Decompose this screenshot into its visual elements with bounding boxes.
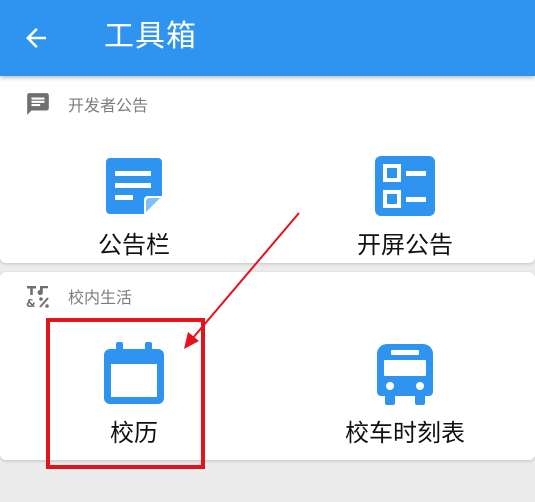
tool-shuttle-schedule[interactable]: 校车时刻表 [275, 342, 535, 448]
note-icon [106, 158, 162, 214]
tool-bulletin-board[interactable]: 公告栏 [4, 154, 264, 260]
tool-splash-announcement[interactable]: 开屏公告 [275, 154, 535, 260]
section-card-developer: 开发者公告 公告栏 开屏公告 [0, 76, 535, 263]
section-title: 校内生活 [68, 288, 133, 307]
symbols-icon: & [24, 282, 52, 310]
tool-school-calendar[interactable]: 校历 [4, 342, 264, 448]
back-button[interactable] [14, 16, 58, 60]
bus-icon [377, 344, 433, 405]
message-icon [24, 90, 52, 118]
section-header: & 校内生活 [24, 282, 132, 310]
section-title: 开发者公告 [68, 96, 149, 115]
svg-text:&: & [26, 297, 36, 309]
tool-label: 校历 [110, 419, 158, 447]
page-title: 工具箱 [104, 19, 197, 54]
calendar-icon [104, 342, 164, 404]
tool-label: 公告栏 [98, 231, 170, 259]
tool-label: 校车时刻表 [345, 419, 465, 447]
app-bar: 工具箱 [0, 0, 535, 76]
arrow-left-icon [26, 28, 46, 48]
section-card-campus-life: & 校内生活 校历 校车时刻表 [0, 272, 535, 460]
section-header: 开发者公告 [24, 90, 148, 118]
tool-label: 开屏公告 [357, 231, 453, 259]
dashboard-icon [375, 156, 435, 216]
